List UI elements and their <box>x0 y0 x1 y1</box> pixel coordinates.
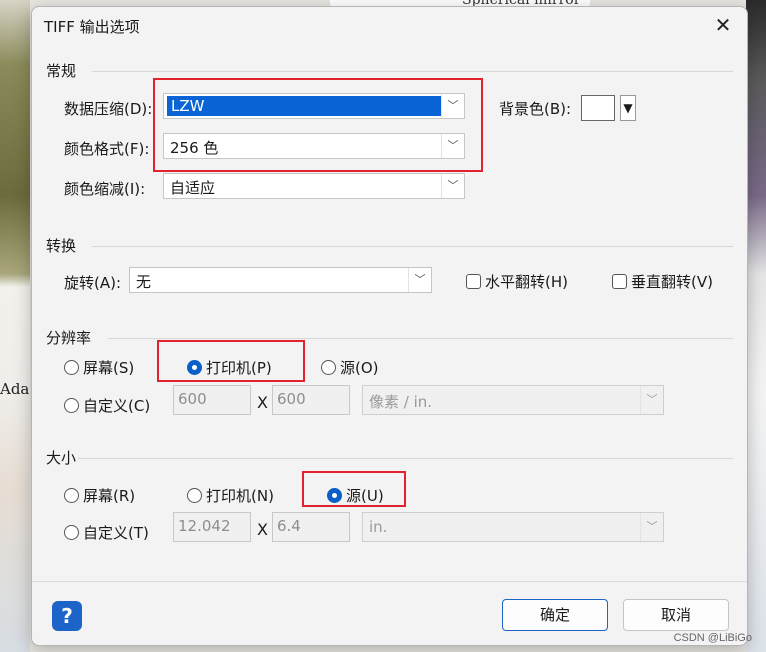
resolution-printer-radio[interactable]: 打印机(P) <box>187 357 272 378</box>
resolution-unit-select[interactable]: 像素 / in. ﹀ <box>362 385 664 415</box>
radio-circle[interactable] <box>187 488 202 503</box>
background-image-left <box>0 0 30 652</box>
flip-vertical-checkbox[interactable]: 垂直翻转(V) <box>612 271 713 292</box>
resolution-unit-value: 像素 / in. <box>369 393 433 411</box>
size-printer-radio[interactable]: 打印机(N) <box>187 485 274 506</box>
help-icon[interactable]: ? <box>52 601 82 631</box>
rotation-value: 无 <box>136 273 152 291</box>
size-unit-select[interactable]: in. ﹀ <box>362 512 664 542</box>
size-printer-label: 打印机(N) <box>206 487 274 505</box>
background-left-text: Ada <box>0 380 30 398</box>
rotation-label: 旋转(A): <box>64 274 122 292</box>
chevron-down-icon[interactable]: ﹀ <box>408 268 431 292</box>
color-format-value: 256 色 <box>170 139 219 157</box>
size-source-label: 源(U) <box>346 487 384 505</box>
checkbox-box[interactable] <box>466 274 481 289</box>
rotation-select[interactable]: 无 ﹀ <box>129 267 432 293</box>
color-reduction-label: 颜色缩减(I): <box>64 180 146 198</box>
color-reduction-select[interactable]: 自适应 ﹀ <box>163 173 465 199</box>
title-bar: TIFF 输出选项 ✕ <box>32 7 747 43</box>
watermark-text: CSDN @LiBiGo <box>673 632 752 644</box>
section-divider <box>92 71 733 72</box>
radio-circle-selected[interactable] <box>327 488 342 503</box>
chevron-down-icon[interactable]: ﹀ <box>441 134 464 158</box>
chevron-down-icon[interactable]: ﹀ <box>441 174 464 198</box>
footer-divider <box>32 581 747 582</box>
chevron-down-icon[interactable]: ﹀ <box>640 513 663 541</box>
compression-value: LZW <box>167 96 441 116</box>
size-custom-radio[interactable]: 自定义(T) <box>64 522 149 543</box>
section-resolution: 分辨率 <box>46 329 92 347</box>
size-screen-label: 屏幕(R) <box>83 487 136 505</box>
color-format-select[interactable]: 256 色 ﹀ <box>163 133 465 159</box>
radio-circle-selected[interactable] <box>187 360 202 375</box>
size-width-value: 12.042 <box>178 517 231 535</box>
section-size: 大小 <box>46 449 77 467</box>
dropdown-triangle-icon[interactable]: ▼ <box>620 95 636 121</box>
radio-circle[interactable] <box>321 360 336 375</box>
section-divider <box>108 338 733 339</box>
section-general: 常规 <box>46 62 77 80</box>
section-transform: 转换 <box>46 237 77 255</box>
color-format-label: 颜色格式(F): <box>64 140 150 158</box>
background-color-swatch[interactable] <box>581 95 615 121</box>
section-divider <box>78 458 733 459</box>
size-height-value: 6.4 <box>277 517 301 535</box>
checkbox-box[interactable] <box>612 274 627 289</box>
background-image-right <box>746 0 766 652</box>
resolution-screen-radio[interactable]: 屏幕(S) <box>64 357 134 378</box>
resolution-height-value: 600 <box>277 390 306 408</box>
background-color-label: 背景色(B): <box>499 100 572 118</box>
tiff-options-dialog: TIFF 输出选项 ✕ 常规 数据压缩(D): LZW ﹀ 背景色(B): ▼ … <box>31 6 748 646</box>
color-reduction-value: 自适应 <box>170 179 216 197</box>
resolution-source-radio[interactable]: 源(O) <box>321 357 379 378</box>
size-source-radio[interactable]: 源(U) <box>327 485 384 506</box>
flip-vertical-label: 垂直翻转(V) <box>631 273 713 291</box>
times-symbol: X <box>257 520 268 539</box>
chevron-down-icon[interactable]: ﹀ <box>640 386 663 414</box>
size-screen-radio[interactable]: 屏幕(R) <box>64 485 135 506</box>
resolution-width-input[interactable]: 600 <box>173 385 251 415</box>
resolution-width-value: 600 <box>178 390 207 408</box>
compression-label: 数据压缩(D): <box>64 100 153 118</box>
size-unit-value: in. <box>369 518 388 536</box>
times-symbol: X <box>257 393 268 412</box>
chevron-down-icon[interactable]: ﹀ <box>441 94 464 118</box>
radio-circle[interactable] <box>64 525 79 540</box>
flip-horizontal-checkbox[interactable]: 水平翻转(H) <box>466 271 568 292</box>
resolution-custom-label: 自定义(C) <box>83 397 151 415</box>
close-icon[interactable]: ✕ <box>711 13 735 37</box>
cancel-button[interactable]: 取消 <box>623 599 729 631</box>
radio-circle[interactable] <box>64 360 79 375</box>
resolution-custom-radio[interactable]: 自定义(C) <box>64 395 150 416</box>
resolution-screen-label: 屏幕(S) <box>83 359 135 377</box>
resolution-source-label: 源(O) <box>340 359 379 377</box>
size-width-input[interactable]: 12.042 <box>173 512 251 542</box>
radio-circle[interactable] <box>64 398 79 413</box>
section-divider <box>92 246 733 247</box>
resolution-height-input[interactable]: 600 <box>272 385 350 415</box>
resolution-printer-label: 打印机(P) <box>206 359 272 377</box>
ok-button[interactable]: 确定 <box>502 599 608 631</box>
dialog-title: TIFF 输出选项 <box>44 18 140 36</box>
compression-select[interactable]: LZW ﹀ <box>163 93 465 119</box>
radio-circle[interactable] <box>64 488 79 503</box>
size-custom-label: 自定义(T) <box>83 524 149 542</box>
size-height-input[interactable]: 6.4 <box>272 512 350 542</box>
flip-horizontal-label: 水平翻转(H) <box>485 273 568 291</box>
